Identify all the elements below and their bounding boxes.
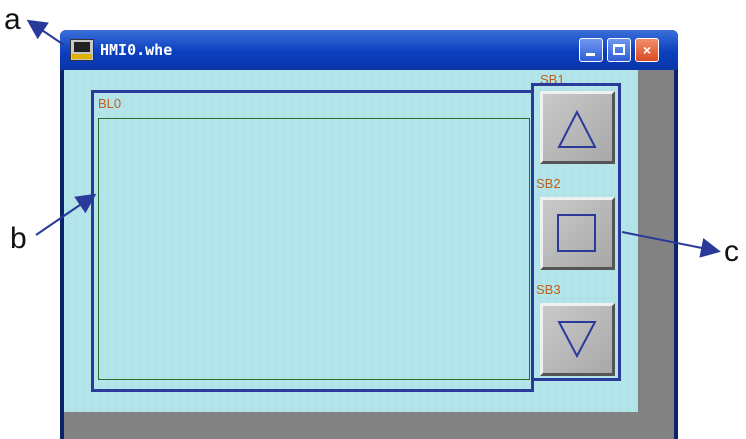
button-label-sb1: SB1 — [540, 72, 565, 83]
minimize-button[interactable] — [579, 38, 603, 62]
callout-a: a — [4, 3, 21, 36]
maximize-icon — [613, 44, 625, 55]
callout-b: b — [10, 222, 27, 255]
callout-c: c — [724, 237, 739, 267]
hmi-app-icon — [70, 39, 94, 61]
close-button[interactable]: × — [635, 38, 659, 62]
annotation-box-c — [531, 83, 621, 381]
arrow-a — [26, 19, 65, 46]
title-bar[interactable]: HMI0.whe × — [60, 30, 678, 70]
window-title: HMI0.whe — [100, 41, 173, 59]
annotation-box-b — [91, 90, 534, 392]
minimize-icon — [586, 53, 595, 56]
close-icon: × — [642, 42, 652, 58]
maximize-button[interactable] — [607, 38, 631, 62]
